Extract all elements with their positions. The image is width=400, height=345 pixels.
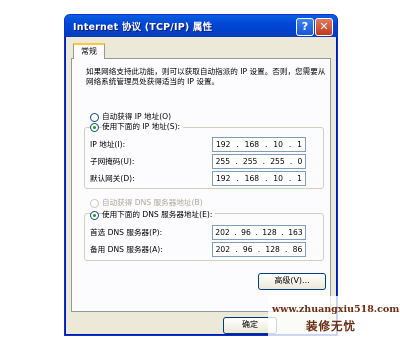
default-gateway-label: 默认网关(D): xyxy=(90,174,135,183)
mask-octet: 0 xyxy=(297,157,303,166)
dns-octet: 86 xyxy=(292,245,303,254)
ip-octet: 10 xyxy=(273,140,283,149)
gateway-octet: 1 xyxy=(297,174,302,183)
dns-octet: 202 xyxy=(215,245,231,254)
preferred-dns-field[interactable]: 202. 96. 128. 163 xyxy=(212,225,306,240)
watermark-url: www.zhuangxiu518.com xyxy=(272,304,400,315)
alternate-dns-field[interactable]: 202. 96. 128. 86 xyxy=(212,242,306,257)
manual-ip-label: 使用下面的 IP 地址(S): xyxy=(102,121,184,132)
ip-octet: 192 xyxy=(215,140,231,149)
manual-dns-label: 使用下面的 DNS 服务器地址(E): xyxy=(102,209,216,220)
default-gateway-field[interactable]: 192. 168. 10. 1 xyxy=(212,171,306,186)
dns-octet: 202 xyxy=(215,228,230,237)
dns-octet: 163 xyxy=(288,228,303,237)
dns-octet: 128 xyxy=(265,245,280,254)
dns-octet: 96 xyxy=(241,228,251,237)
close-icon: ✕ xyxy=(319,20,329,33)
mask-octet: 255 xyxy=(242,157,258,166)
mask-octet: 255 xyxy=(270,157,285,166)
manual-dns-radio[interactable] xyxy=(90,211,99,220)
help-button[interactable]: ? xyxy=(296,18,314,36)
ip-octet: 1 xyxy=(297,140,302,149)
title-bar[interactable]: Internet 协议 (TCP/IP) 属性 ? ✕ xyxy=(65,15,337,37)
alternate-dns-label: 备用 DNS 服务器(A): xyxy=(90,245,163,254)
subnet-mask-field[interactable]: 255. 255. 255. 0 xyxy=(212,154,306,169)
preferred-dns-label: 首选 DNS 服务器(P): xyxy=(90,228,163,237)
advanced-button[interactable]: 高级(V)... xyxy=(258,273,326,290)
gateway-octet: 192 xyxy=(215,174,231,183)
ip-address-field[interactable]: 192. 168. 10. 1 xyxy=(212,137,306,152)
watermark: www.zhuangxiu518.com 装修无忧 xyxy=(268,296,400,342)
dns-octet: 96 xyxy=(242,245,253,254)
auto-dns-label: 自动获得 DNS 服务器地址(B) xyxy=(102,198,203,207)
tab-general[interactable]: 常规 xyxy=(73,43,105,59)
window-title: Internet 协议 (TCP/IP) 属性 xyxy=(73,22,213,33)
ip-octet: 168 xyxy=(244,140,260,149)
auto-ip-radio[interactable] xyxy=(90,113,99,122)
description-text: 如果网络支持此功能，则可以获取自动指派的 IP 设置。否则，您需要从网络系统管理… xyxy=(86,67,326,86)
auto-dns-radio[interactable] xyxy=(90,199,99,208)
dns-octet: 128 xyxy=(262,228,277,237)
help-icon: ? xyxy=(301,20,309,33)
general-panel: 如果网络支持此功能，则可以获取自动指派的 IP 设置。否则，您需要从网络系统管理… xyxy=(71,58,331,312)
manual-ip-radio[interactable] xyxy=(90,123,99,132)
gateway-octet: 10 xyxy=(273,174,283,183)
tcpip-properties-dialog: Internet 协议 (TCP/IP) 属性 ? ✕ 常规 如果网络支持此功能… xyxy=(64,14,338,336)
mask-octet: 255 xyxy=(215,157,231,166)
close-button[interactable]: ✕ xyxy=(315,18,333,36)
gateway-octet: 168 xyxy=(244,174,260,183)
watermark-brand: 装修无忧 xyxy=(306,319,356,333)
subnet-mask-label: 子网掩码(U): xyxy=(90,157,135,166)
ip-address-label: IP 地址(I): xyxy=(90,140,126,149)
